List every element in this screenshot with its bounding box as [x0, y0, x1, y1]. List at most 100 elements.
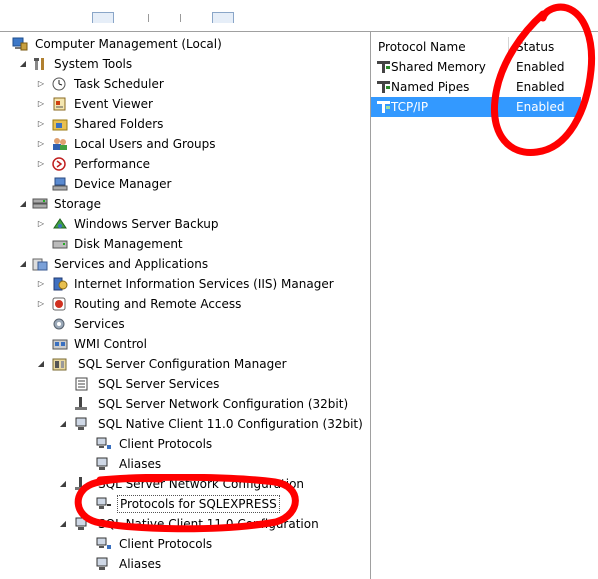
tree-item-client-protocols-32bit[interactable]: Client Protocols	[0, 434, 370, 454]
native-client-icon	[74, 417, 90, 431]
tree-item-sql-network-config[interactable]: ◢ SQL Server Network Configuration	[0, 474, 370, 494]
wmi-icon	[52, 337, 68, 351]
expanded-arrow-icon[interactable]: ◢	[58, 474, 68, 494]
tree-item-system-tools[interactable]: ◢ System Tools	[0, 54, 370, 74]
collapsed-arrow-icon[interactable]: ▷	[36, 274, 46, 294]
column-header-status[interactable]: Status	[516, 38, 554, 56]
aliases-icon	[96, 557, 112, 571]
collapsed-arrow-icon[interactable]: ▷	[36, 294, 46, 314]
expanded-arrow-icon[interactable]: ◢	[18, 194, 28, 214]
client-protocols-icon	[96, 437, 112, 451]
collapsed-arrow-icon[interactable]: ▷	[36, 74, 46, 94]
protocols-icon	[96, 497, 112, 511]
protocol-status: Enabled	[516, 80, 565, 94]
performance-icon	[52, 157, 68, 171]
protocol-row-tcp-ip[interactable]: TCP/IP Enabled	[371, 97, 581, 117]
tree-item-label: Task Scheduler	[74, 77, 164, 91]
collapsed-arrow-icon[interactable]: ▷	[36, 114, 46, 134]
native-client-icon	[74, 517, 90, 531]
storage-icon	[32, 197, 48, 211]
protocol-status: Enabled	[516, 100, 565, 114]
toolbar-separator	[180, 14, 181, 22]
toolbar	[0, 0, 598, 23]
tree-item-label: Windows Server Backup	[74, 217, 219, 231]
tree-item-label: Storage	[54, 197, 101, 211]
tree-item-label: Aliases	[119, 557, 162, 571]
tree-item-storage[interactable]: ◢ Storage	[0, 194, 370, 214]
clock-icon	[52, 77, 68, 91]
collapsed-arrow-icon[interactable]: ▷	[36, 134, 46, 154]
tree-item-client-protocols[interactable]: Client Protocols	[0, 534, 370, 554]
iis-icon	[52, 277, 68, 291]
tree-item-label: Client Protocols	[119, 537, 213, 551]
tree-item-label: WMI Control	[74, 337, 147, 351]
tree-item-event-viewer[interactable]: ▷ Event Viewer	[0, 94, 370, 114]
protocol-name: Shared Memory	[391, 60, 486, 74]
backup-icon	[52, 217, 68, 231]
collapsed-arrow-icon[interactable]: ▷	[36, 154, 46, 174]
tree-item-routing-remote-access[interactable]: ▷ Routing and Remote Access	[0, 294, 370, 314]
tree-item-task-scheduler[interactable]: ▷ Task Scheduler	[0, 74, 370, 94]
tree-item-label: SQL Server Configuration Manager	[78, 357, 287, 371]
protocol-icon	[376, 80, 392, 94]
tools-icon	[32, 57, 48, 71]
expanded-arrow-icon[interactable]: ◢	[18, 54, 28, 74]
tree-item-label: Aliases	[119, 457, 162, 471]
collapsed-arrow-icon[interactable]: ▷	[36, 214, 46, 234]
tree-item-native-client-32bit[interactable]: ◢ SQL Native Client 11.0 Configuration (…	[0, 414, 370, 434]
tree-item-aliases-32bit[interactable]: Aliases	[0, 454, 370, 474]
tree-item-disk-management[interactable]: Disk Management	[0, 234, 370, 254]
tree-item-services[interactable]: Services	[0, 314, 370, 334]
tree-item-sql-server-services[interactable]: SQL Server Services	[0, 374, 370, 394]
column-header-protocol-name[interactable]: Protocol Name	[378, 38, 466, 56]
tree-item-computer-management[interactable]: Computer Management (Local)	[0, 34, 370, 54]
collapsed-arrow-icon[interactable]: ▷	[36, 94, 46, 114]
services-gear-icon	[52, 317, 68, 331]
console-tree: Computer Management (Local) ◢ System Too…	[0, 32, 370, 579]
tree-item-label: Services	[74, 317, 125, 331]
tree-item-label: Shared Folders	[74, 117, 164, 131]
expanded-arrow-icon[interactable]: ◢	[58, 414, 68, 434]
tree-item-services-and-applications[interactable]: ◢ Services and Applications	[0, 254, 370, 274]
expanded-arrow-icon[interactable]: ◢	[36, 354, 46, 374]
tree-item-iis-manager[interactable]: ▷ Internet Information Services (IIS) Ma…	[0, 274, 370, 294]
tree-item-native-client[interactable]: ◢ SQL Native Client 11.0 Configuration	[0, 514, 370, 534]
tree-item-protocols-for-sqlexpress[interactable]: Protocols for SQLEXPRESS	[0, 494, 370, 514]
tree-item-shared-folders[interactable]: ▷ Shared Folders	[0, 114, 370, 134]
expanded-arrow-icon[interactable]: ◢	[58, 514, 68, 534]
column-divider[interactable]	[508, 37, 509, 57]
routing-icon	[52, 297, 68, 311]
tree-item-label: Services and Applications	[54, 257, 209, 271]
shared-folders-icon	[52, 117, 68, 131]
tree-item-sql-config-manager[interactable]: ◢ SQL Server Configuration Manager	[0, 354, 370, 374]
tree-item-label: Client Protocols	[119, 437, 213, 451]
tree-item-label: SQL Server Network Configuration (32bit)	[98, 397, 349, 411]
network-config-icon	[74, 477, 90, 491]
tree-item-label: SQL Native Client 11.0 Configuration (32…	[98, 417, 363, 431]
expanded-arrow-icon[interactable]: ◢	[18, 254, 28, 274]
protocol-row-shared-memory[interactable]: Shared Memory Enabled	[371, 57, 581, 77]
tree-item-label: System Tools	[54, 57, 133, 71]
protocol-status: Enabled	[516, 60, 565, 74]
tree-item-sql-network-config-32bit[interactable]: SQL Server Network Configuration (32bit)	[0, 394, 370, 414]
tree-item-label: SQL Server Network Configuration	[98, 477, 305, 491]
tree-item-label: Performance	[74, 157, 151, 171]
toolbar-button[interactable]	[92, 12, 114, 23]
protocol-icon	[376, 60, 392, 74]
tree-item-label: Routing and Remote Access	[74, 297, 242, 311]
tree-item-aliases[interactable]: Aliases	[0, 554, 370, 574]
event-viewer-icon	[52, 97, 68, 111]
network-config-icon	[74, 397, 90, 411]
toolbar-button[interactable]	[212, 12, 234, 23]
protocol-icon	[376, 100, 392, 114]
tree-item-device-manager[interactable]: Device Manager	[0, 174, 370, 194]
tree-item-performance[interactable]: ▷ Performance	[0, 154, 370, 174]
tree-item-local-users[interactable]: ▷ Local Users and Groups	[0, 134, 370, 154]
sql-config-manager-icon	[52, 357, 68, 371]
protocol-list: Protocol Name Status Shared Memory Enabl…	[371, 32, 598, 579]
tree-item-label: Internet Information Services (IIS) Mana…	[74, 277, 334, 291]
tree-item-wmi-control[interactable]: WMI Control	[0, 334, 370, 354]
protocol-row-named-pipes[interactable]: Named Pipes Enabled	[371, 77, 581, 97]
tree-item-windows-server-backup[interactable]: ▷ Windows Server Backup	[0, 214, 370, 234]
device-manager-icon	[52, 177, 68, 191]
